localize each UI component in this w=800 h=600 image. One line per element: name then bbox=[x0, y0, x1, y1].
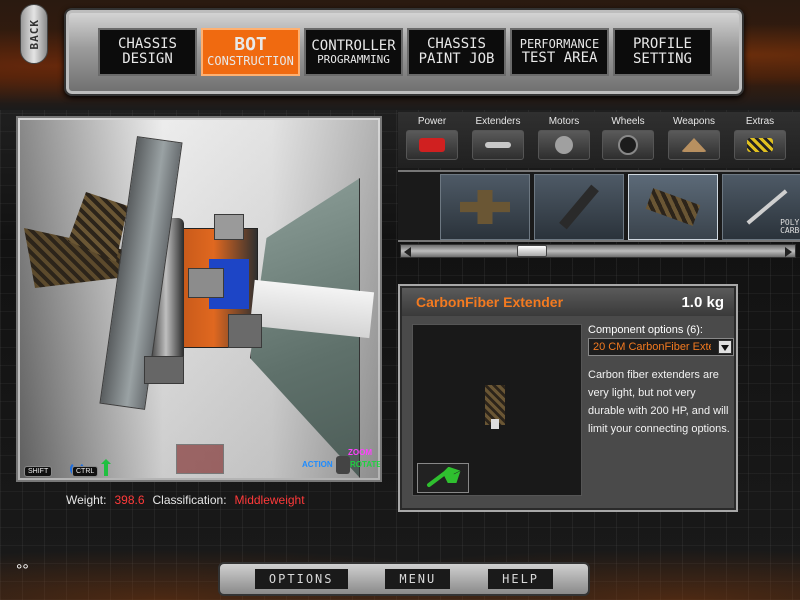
ctrl-key-hint: CTRL bbox=[72, 466, 99, 477]
parts-carousel: POLYCARBON bbox=[398, 170, 800, 242]
category-label: Motors bbox=[548, 116, 580, 127]
options-button[interactable]: OPTIONS bbox=[254, 569, 348, 589]
rod-extender-icon bbox=[559, 184, 599, 230]
component-options-label: Component options (6): bbox=[588, 324, 703, 336]
component-title: CarbonFiber Extender bbox=[416, 294, 564, 310]
component-info-panel: CarbonFiber Extender 1.0 kg Component op… bbox=[398, 284, 738, 512]
weight-label: Weight: bbox=[66, 493, 107, 507]
category-extenders[interactable]: Extenders bbox=[470, 116, 526, 160]
component-preview-model bbox=[485, 385, 505, 429]
bot-3d-viewport[interactable]: SHIFT CTRL ZOOM ACTION ROTATE bbox=[16, 116, 382, 482]
extras-icon bbox=[734, 130, 786, 160]
poly-label: POLYCARBON bbox=[780, 219, 800, 235]
move-arrow-icon bbox=[101, 459, 111, 476]
scroll-thumb[interactable] bbox=[517, 245, 547, 257]
camera-control-widget[interactable] bbox=[336, 456, 350, 474]
parts-scrollbar[interactable] bbox=[400, 244, 796, 258]
tab-chassis-paint-job[interactable]: CHASSIS PAINT JOB bbox=[407, 28, 506, 76]
category-label: Weapons bbox=[672, 116, 716, 127]
cross-extender-icon bbox=[460, 190, 510, 224]
part-card[interactable] bbox=[440, 174, 530, 240]
power-icon bbox=[406, 130, 458, 160]
part-card[interactable] bbox=[534, 174, 624, 240]
category-label: Wheels bbox=[611, 116, 645, 127]
bot-cube bbox=[228, 314, 262, 348]
tab-label-line2: DESIGN bbox=[122, 51, 173, 67]
bottom-menu-bar: OPTIONS MENU HELP bbox=[218, 562, 590, 596]
component-header: CarbonFiber Extender 1.0 kg bbox=[402, 288, 734, 316]
tab-chassis-design[interactable]: CHASSIS DESIGN bbox=[98, 28, 197, 76]
back-label: BACK bbox=[27, 18, 41, 50]
category-label: Power bbox=[417, 116, 447, 127]
top-nav: CHASSIS DESIGN BOT CONSTRUCTION CONTROLL… bbox=[98, 28, 712, 76]
component-options-select[interactable]: 20 CM CarbonFiber Extender bbox=[588, 338, 734, 356]
extenders-icon bbox=[472, 130, 524, 160]
wrench-icon bbox=[427, 467, 461, 487]
bot-cube bbox=[144, 356, 184, 384]
tab-controller-programming[interactable]: CONTROLLER PROGRAMMING bbox=[304, 28, 403, 76]
scroll-left-arrow-icon[interactable] bbox=[404, 247, 411, 257]
category-label: Extras bbox=[745, 116, 775, 127]
scroll-right-arrow-icon[interactable] bbox=[785, 247, 792, 257]
menu-button[interactable]: MENU bbox=[385, 569, 451, 589]
component-preview bbox=[412, 324, 582, 496]
tab-label-line1: BOT bbox=[234, 34, 267, 56]
dropdown-arrow-icon[interactable] bbox=[718, 340, 732, 354]
category-extras[interactable]: Extras bbox=[732, 116, 788, 160]
tab-label-line2: CONSTRUCTION bbox=[207, 54, 294, 69]
help-button[interactable]: HELP bbox=[488, 569, 554, 589]
tab-bot-construction[interactable]: BOT CONSTRUCTION bbox=[201, 28, 300, 76]
tab-label-line1: CHASSIS bbox=[117, 36, 177, 53]
tab-label-line1: CHASSIS bbox=[426, 36, 486, 53]
carbon-extender-icon bbox=[645, 188, 701, 226]
back-button[interactable]: BACK bbox=[20, 4, 48, 64]
part-card[interactable]: POLYCARBON bbox=[722, 174, 800, 240]
poly-label-line2: CARBON bbox=[780, 226, 800, 235]
tab-label-line1: CONTROLLER bbox=[311, 37, 396, 54]
category-weapons[interactable]: Weapons bbox=[666, 116, 722, 160]
classification-value: Middleweight bbox=[234, 493, 305, 507]
tab-label-line1: PROFILE bbox=[632, 36, 692, 53]
part-card-selected[interactable] bbox=[628, 174, 718, 240]
classification-label: Classification: bbox=[152, 493, 227, 507]
shift-key-hint: SHIFT bbox=[24, 466, 53, 477]
zoom-hint: ZOOM bbox=[348, 448, 372, 457]
weapons-icon bbox=[668, 130, 720, 160]
bot-cube bbox=[188, 268, 224, 298]
parts-category-bar: Power Extenders Motors Wheels Weapons Ex… bbox=[398, 112, 800, 168]
tab-profile-setting[interactable]: PROFILE SETTING bbox=[613, 28, 712, 76]
wrench-button[interactable] bbox=[417, 463, 469, 493]
tab-label-line2: PROGRAMMING bbox=[317, 52, 390, 66]
wheels-icon bbox=[602, 130, 654, 160]
tab-label-line2: TEST AREA bbox=[521, 49, 598, 66]
bot-cube bbox=[214, 214, 244, 240]
tab-label-line2: SETTING bbox=[632, 51, 692, 67]
component-weight: 1.0 kg bbox=[681, 293, 724, 311]
tab-performance-test-area[interactable]: PERFORMANCE TEST AREA bbox=[510, 28, 609, 76]
category-motors[interactable]: Motors bbox=[536, 116, 592, 160]
motors-icon bbox=[538, 130, 590, 160]
category-power[interactable]: Power bbox=[404, 116, 460, 160]
selected-option-text: 20 CM CarbonFiber Extender bbox=[593, 341, 711, 353]
tab-label-line2: PAINT JOB bbox=[418, 51, 495, 67]
category-label: Extenders bbox=[475, 116, 521, 127]
degree-icon: °° bbox=[16, 562, 29, 579]
rotate-hint: ROTATE bbox=[350, 460, 382, 469]
bot-stats: Weight: 398.6 Classification: Middleweig… bbox=[66, 493, 305, 507]
component-description: Carbon fiber extenders are very light, b… bbox=[588, 369, 730, 435]
tool-thumbnail[interactable] bbox=[176, 444, 224, 474]
weight-value: 398.6 bbox=[114, 493, 145, 507]
category-wheels[interactable]: Wheels bbox=[600, 116, 656, 160]
action-hint: ACTION bbox=[302, 460, 333, 469]
